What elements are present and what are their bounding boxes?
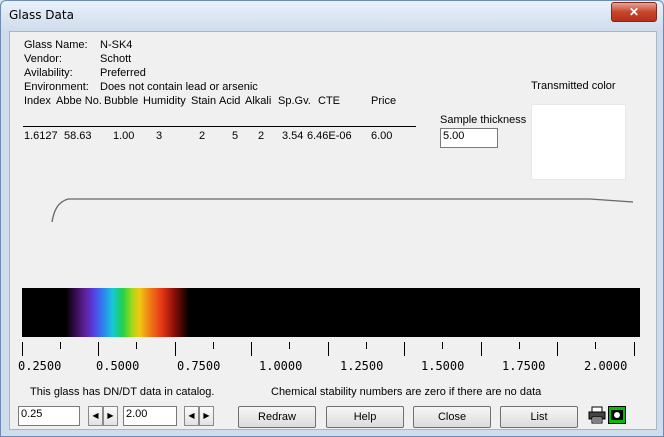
axis-tick xyxy=(213,342,214,349)
axis-tick xyxy=(289,342,290,349)
axis-label: 0.5000 xyxy=(96,359,140,373)
axis-tick xyxy=(366,342,367,349)
axis-tick xyxy=(136,342,137,349)
axis-tick xyxy=(328,342,329,356)
max-wavelength-left-button[interactable]: ◀ xyxy=(184,406,199,426)
min-wavelength-right-button[interactable]: ▶ xyxy=(103,406,118,426)
axis-tick xyxy=(519,342,520,349)
axis-tick xyxy=(60,342,61,349)
window-title: Glass Data xyxy=(9,8,74,22)
glass-data-window: Glass Data ✕ Glass Name: N-SK4 Vendor: S… xyxy=(0,0,664,437)
axis-label: 2.0000 xyxy=(584,359,628,373)
axis-tick xyxy=(557,342,558,356)
camera-icon[interactable] xyxy=(608,406,626,424)
axis-tick xyxy=(404,342,405,356)
list-button[interactable]: List xyxy=(500,406,578,428)
max-wavelength-input[interactable]: 2.00 xyxy=(123,406,177,426)
title-bar: Glass Data ✕ xyxy=(1,1,663,29)
window-close-button[interactable]: ✕ xyxy=(611,2,657,22)
axis-label: 0.2500 xyxy=(18,359,62,373)
axis-tick xyxy=(175,342,176,356)
axis-label: 1.7500 xyxy=(502,359,546,373)
left-arrow-icon: ◀ xyxy=(92,411,99,420)
help-button[interactable]: Help xyxy=(326,406,404,428)
max-wavelength-right-button[interactable]: ▶ xyxy=(199,406,214,426)
min-wavelength-input[interactable]: 0.25 xyxy=(18,406,80,426)
axis-label: 0.7500 xyxy=(177,359,221,373)
axis-tick xyxy=(22,342,23,356)
axis-tick xyxy=(481,342,482,356)
axis-label: 1.0000 xyxy=(259,359,303,373)
right-arrow-icon: ▶ xyxy=(107,411,114,420)
chemical-stability-note: Chemical stability numbers are zero if t… xyxy=(271,386,542,398)
close-icon: ✕ xyxy=(628,5,640,19)
axis-tick xyxy=(595,342,596,349)
axis-label: 1.2500 xyxy=(340,359,384,373)
redraw-button[interactable]: Redraw xyxy=(238,406,316,428)
dialog-client-area: Glass Name: N-SK4 Vendor: Schott Avilabi… xyxy=(9,31,657,430)
visible-spectrum-gradient xyxy=(66,288,189,337)
close-button[interactable]: Close xyxy=(413,406,491,428)
axis-tick xyxy=(98,342,99,356)
axis-tick xyxy=(442,342,443,349)
dndt-note: This glass has DN/DT data in catalog. xyxy=(30,386,215,398)
axis-tick xyxy=(251,342,252,356)
axis-tick xyxy=(634,342,635,356)
spectrum-bar xyxy=(22,288,640,337)
printer-icon[interactable] xyxy=(588,406,606,424)
right-arrow-icon: ▶ xyxy=(203,411,210,420)
axis-label: 1.5000 xyxy=(421,359,465,373)
left-arrow-icon: ◀ xyxy=(188,411,195,420)
transmission-curve xyxy=(51,198,634,223)
min-wavelength-left-button[interactable]: ◀ xyxy=(88,406,103,426)
